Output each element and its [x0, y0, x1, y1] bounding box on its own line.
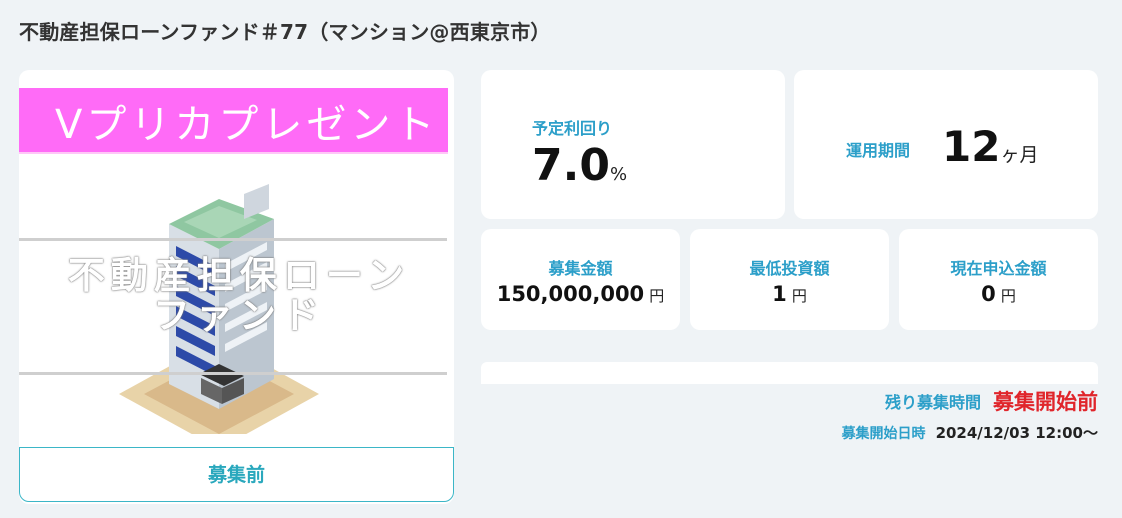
period-value: 12 [942, 122, 1001, 171]
amount-value: 150,000,000 [496, 282, 645, 306]
promo-banner: Vプリカプレゼント [19, 88, 448, 154]
start-datetime-label: 募集開始日時 [841, 426, 926, 442]
min-invest-label: 最低投資額 [749, 259, 830, 278]
overlay-line-1: 不動産担保ローン [67, 254, 411, 297]
period-label: 運用期間 [846, 141, 911, 160]
fund-image-card[interactable]: Vプリカプレゼント 不動産担保ローン ファンド 募集前 [19, 70, 454, 504]
recruit-status-button[interactable]: 募集前 [19, 447, 454, 502]
overlay-line-2: ファンド [153, 294, 325, 337]
min-invest-unit: 円 [791, 287, 807, 305]
yield-unit: % [609, 164, 628, 185]
period-value-group: 12ヶ月 [942, 122, 1038, 171]
promo-banner-text: Vプリカプレゼント [55, 102, 439, 148]
divider-bottom [19, 372, 447, 375]
current-applied-card: 現在申込金額 0 円 [899, 229, 1098, 330]
min-invest-card: 最低投資額 1 円 [690, 229, 889, 330]
amount-card: 募集金額 150,000,000 円 [481, 229, 680, 330]
amount-value-group: 150,000,000 円 [481, 282, 680, 306]
current-applied-unit: 円 [1000, 287, 1016, 305]
period-unit: ヶ月 [1000, 144, 1039, 166]
page-title: 不動産担保ローンファンド＃77（マンション@西東京市） [19, 20, 551, 44]
current-applied-value: 0 [981, 282, 996, 306]
fund-overlay-text: 不動産担保ローン ファンド [49, 256, 429, 336]
yield-value: 7.0 [532, 140, 610, 191]
min-invest-value-group: 1 円 [690, 282, 889, 306]
divider-top [19, 238, 447, 241]
current-applied-value-group: 0 円 [899, 282, 1098, 306]
remaining-time-value: 募集開始前 [993, 390, 1098, 414]
period-card: 運用期間 12ヶ月 [794, 70, 1098, 219]
remaining-time-label: 残り募集時間 [884, 393, 981, 412]
remaining-time-row: 残り募集時間 募集開始前 [885, 386, 1098, 416]
amount-unit: 円 [649, 287, 665, 305]
start-datetime-value: 2024/12/03 12:00〜 [935, 424, 1098, 442]
min-invest-value: 1 [772, 282, 787, 306]
current-applied-label: 現在申込金額 [950, 259, 1047, 278]
yield-label: 予定利回り [532, 119, 613, 138]
amount-label: 募集金額 [548, 259, 613, 278]
progress-bar [481, 362, 1098, 384]
yield-value-group: 7.0% [532, 140, 627, 191]
start-datetime-row: 募集開始日時 2024/12/03 12:00〜 [842, 422, 1098, 443]
yield-card: 予定利回り 7.0% [481, 70, 785, 219]
